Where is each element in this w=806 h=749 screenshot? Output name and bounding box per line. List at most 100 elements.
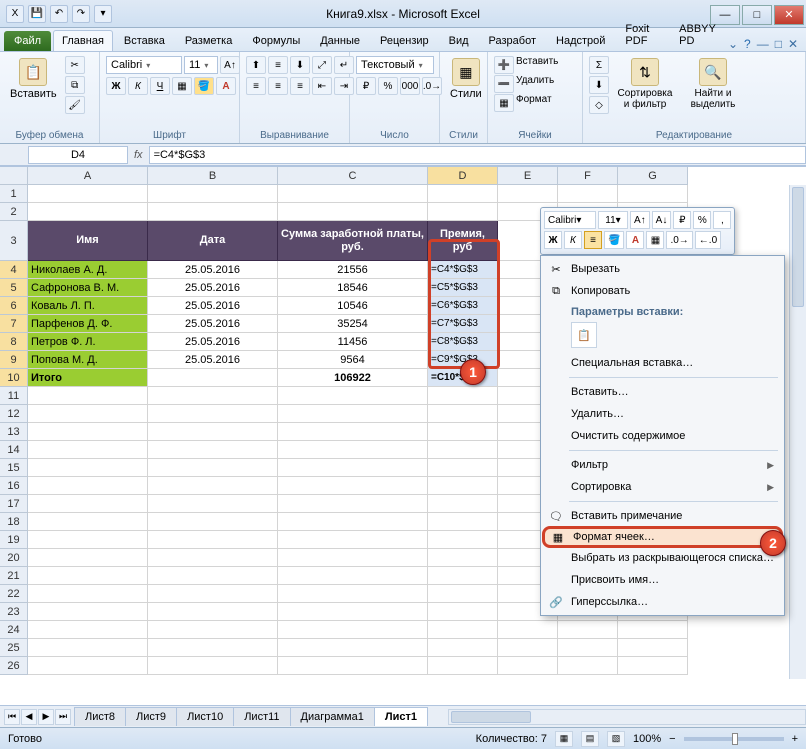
cell[interactable] — [428, 441, 498, 459]
cell[interactable] — [558, 621, 618, 639]
cell[interactable] — [148, 549, 278, 567]
file-tab[interactable]: Файл — [4, 31, 51, 51]
cell[interactable] — [278, 531, 428, 549]
cell[interactable] — [28, 513, 148, 531]
cell[interactable] — [498, 621, 558, 639]
column-header-A[interactable]: A — [28, 167, 148, 185]
column-header-D[interactable]: D — [428, 167, 498, 185]
column-header-E[interactable]: E — [498, 167, 558, 185]
comma-icon[interactable]: 000 — [400, 77, 420, 95]
tab-view[interactable]: Вид — [440, 30, 478, 51]
cell[interactable] — [428, 203, 498, 221]
row-header-2[interactable]: 2 — [0, 203, 28, 221]
mini-font-color-icon[interactable]: A — [626, 231, 644, 249]
ctx-cut[interactable]: ✂Вырезать — [543, 258, 782, 280]
cell[interactable]: 25.05.2016 — [148, 351, 278, 369]
cell[interactable] — [278, 657, 428, 675]
ribbon-minimize-icon[interactable]: ⌄ — [728, 37, 738, 51]
cell[interactable] — [428, 639, 498, 657]
help-icon[interactable]: ? — [744, 37, 751, 51]
cell[interactable] — [428, 585, 498, 603]
cell[interactable] — [428, 531, 498, 549]
cell[interactable] — [148, 657, 278, 675]
cell[interactable] — [148, 387, 278, 405]
redo-icon[interactable]: ↷ — [72, 5, 90, 23]
cell[interactable] — [148, 585, 278, 603]
zoom-slider[interactable] — [684, 737, 784, 741]
cell[interactable] — [278, 495, 428, 513]
ctx-format-cells[interactable]: ▦Формат ячеек… — [542, 526, 783, 548]
view-normal-icon[interactable]: ▦ — [555, 731, 573, 747]
cell[interactable]: 25.05.2016 — [148, 297, 278, 315]
cell[interactable] — [558, 185, 618, 203]
cell[interactable] — [28, 423, 148, 441]
view-page-break-icon[interactable]: ▧ — [607, 731, 625, 747]
cell[interactable] — [28, 477, 148, 495]
ctx-insert[interactable]: Вставить… — [543, 381, 782, 403]
cell[interactable] — [618, 639, 688, 657]
ctx-clear[interactable]: Очистить содержимое — [543, 425, 782, 447]
row-header-12[interactable]: 12 — [0, 405, 28, 423]
align-left-icon[interactable]: ≡ — [246, 77, 266, 95]
cell[interactable] — [618, 621, 688, 639]
cell[interactable] — [28, 185, 148, 203]
fill-color-icon[interactable]: 🪣 — [194, 77, 214, 95]
row-header-20[interactable]: 20 — [0, 549, 28, 567]
cell[interactable] — [28, 495, 148, 513]
cell[interactable] — [278, 441, 428, 459]
cell[interactable] — [278, 423, 428, 441]
fill-icon[interactable]: ⬇ — [589, 76, 609, 94]
align-top-icon[interactable]: ⬆ — [246, 56, 266, 74]
mini-border-icon[interactable]: ▦ — [646, 231, 664, 249]
cell[interactable]: 10546 — [278, 297, 428, 315]
align-right-icon[interactable]: ≡ — [290, 77, 310, 95]
cell[interactable]: 25.05.2016 — [148, 315, 278, 333]
mini-font-combo[interactable]: Calibri ▾ — [544, 211, 596, 229]
window-close-inner-icon[interactable]: ✕ — [788, 37, 798, 51]
cell[interactable]: Парфенов Д. Ф. — [28, 315, 148, 333]
cell[interactable] — [148, 423, 278, 441]
cell[interactable] — [428, 657, 498, 675]
cell[interactable] — [498, 185, 558, 203]
row-header-19[interactable]: 19 — [0, 531, 28, 549]
cell[interactable] — [278, 405, 428, 423]
ctx-insert-comment[interactable]: 🗨Вставить примечание — [543, 505, 782, 527]
cell[interactable] — [618, 185, 688, 203]
vertical-scrollbar[interactable] — [789, 185, 806, 679]
row-header-1[interactable]: 1 — [0, 185, 28, 203]
cell[interactable] — [278, 477, 428, 495]
cell[interactable]: Петров Ф. Л. — [28, 333, 148, 351]
underline-icon[interactable]: Ч — [150, 77, 170, 95]
percent-icon[interactable]: % — [378, 77, 398, 95]
mini-bold-icon[interactable]: Ж — [544, 231, 562, 249]
paste-option-default[interactable]: 📋 — [571, 322, 597, 348]
grow-font-icon[interactable]: A↑ — [220, 56, 240, 74]
cell[interactable] — [278, 513, 428, 531]
tab-review[interactable]: Рецензир — [371, 30, 438, 51]
cell[interactable] — [28, 585, 148, 603]
sheet-tab-Диаграмма1[interactable]: Диаграмма1 — [290, 707, 375, 726]
cell[interactable] — [278, 549, 428, 567]
align-center-icon[interactable]: ≡ — [268, 77, 288, 95]
cell[interactable]: Дата — [148, 221, 278, 261]
cell[interactable] — [148, 203, 278, 221]
sheet-tab-Лист8[interactable]: Лист8 — [74, 707, 126, 726]
cell[interactable] — [428, 459, 498, 477]
cell[interactable]: Сафронова В. М. — [28, 279, 148, 297]
window-restore-inner-icon[interactable]: □ — [775, 37, 782, 51]
autosum-icon[interactable]: Σ — [589, 56, 609, 74]
cell[interactable] — [498, 657, 558, 675]
mini-currency-icon[interactable]: ₽ — [673, 211, 691, 229]
save-icon[interactable]: 💾 — [28, 5, 46, 23]
cell[interactable] — [148, 405, 278, 423]
paste-button[interactable]: 📋 Вставить — [6, 56, 61, 102]
align-bottom-icon[interactable]: ⬇ — [290, 56, 310, 74]
sheet-nav-next[interactable]: ▶ — [38, 709, 54, 725]
copy-icon[interactable]: ⧉ — [65, 76, 85, 94]
cell[interactable] — [498, 639, 558, 657]
tab-addins[interactable]: Надстрой — [547, 30, 614, 51]
cell[interactable] — [148, 459, 278, 477]
cell[interactable] — [558, 657, 618, 675]
row-header-11[interactable]: 11 — [0, 387, 28, 405]
cell[interactable] — [148, 531, 278, 549]
